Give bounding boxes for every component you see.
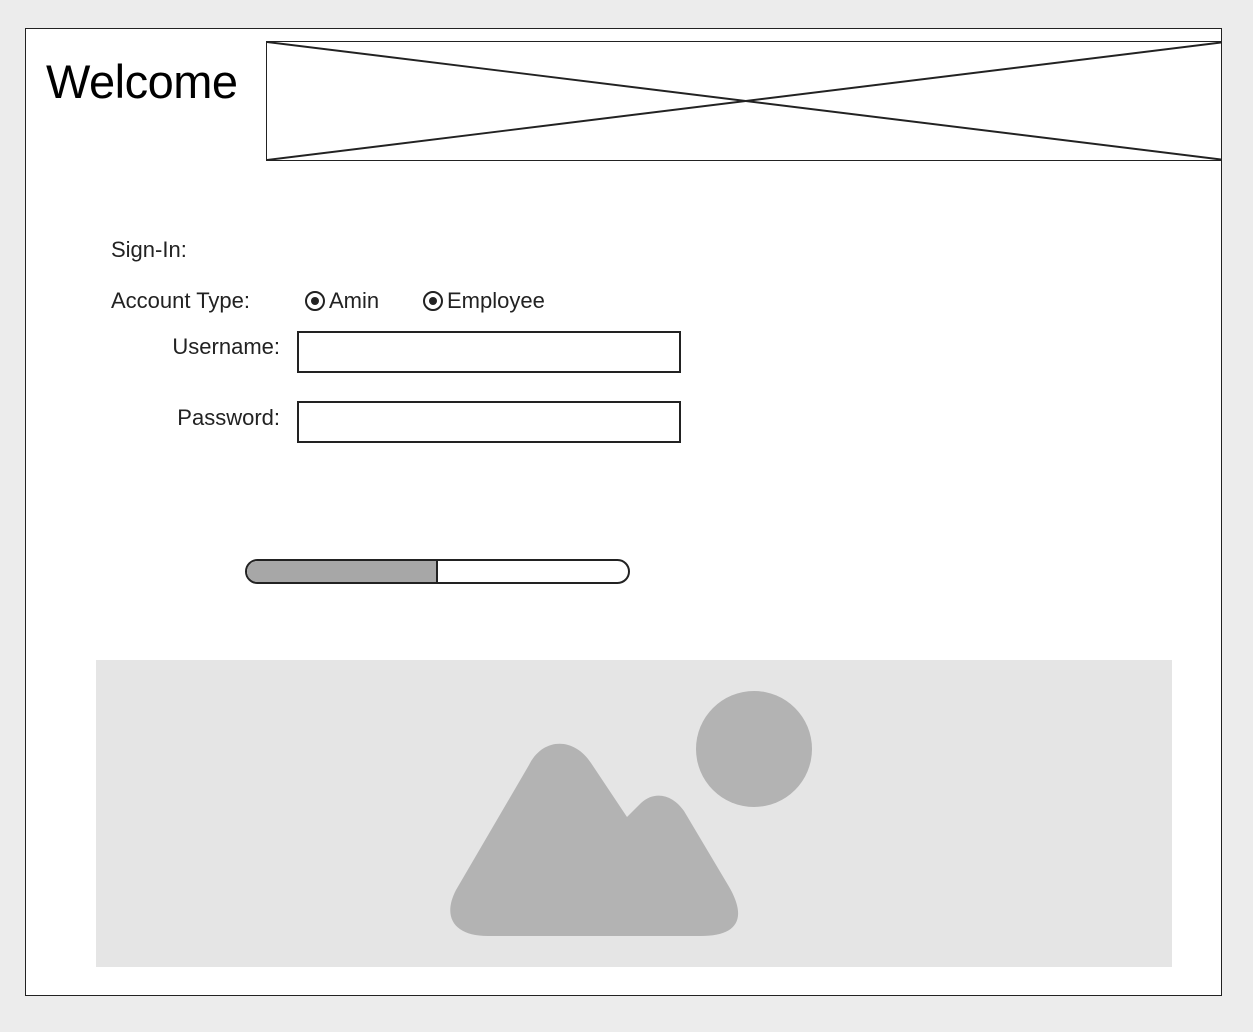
crossed-box-icon [267,42,1221,160]
image-placeholder [96,660,1172,967]
account-type-amin-label: Amin [329,288,380,313]
radio-selected-icon[interactable] [305,291,325,311]
account-type-employee-radio[interactable]: Employee [423,287,545,315]
username-label: Username: [172,334,280,359]
radio-selected-icon[interactable] [423,291,443,311]
landscape-image-icon [450,691,812,936]
password-input[interactable] [297,401,681,443]
account-type-employee-label: Employee [447,288,545,313]
password-label: Password: [177,405,280,430]
username-input[interactable] [297,331,681,373]
banner-image-placeholder [266,41,1221,161]
account-type-amin-radio[interactable]: Amin [305,287,379,315]
wireframe-canvas: Welcome Sign-In: Account Type: Amin Empl… [0,0,1253,1032]
sign-in-window: Welcome Sign-In: Account Type: Amin Empl… [25,28,1222,996]
account-type-label: Account Type: [111,288,251,313]
page-title: Welcome [46,55,238,108]
sign-in-label: Sign-In: [111,237,187,262]
progress-bar-fill [247,561,438,582]
progress-bar [245,559,630,584]
